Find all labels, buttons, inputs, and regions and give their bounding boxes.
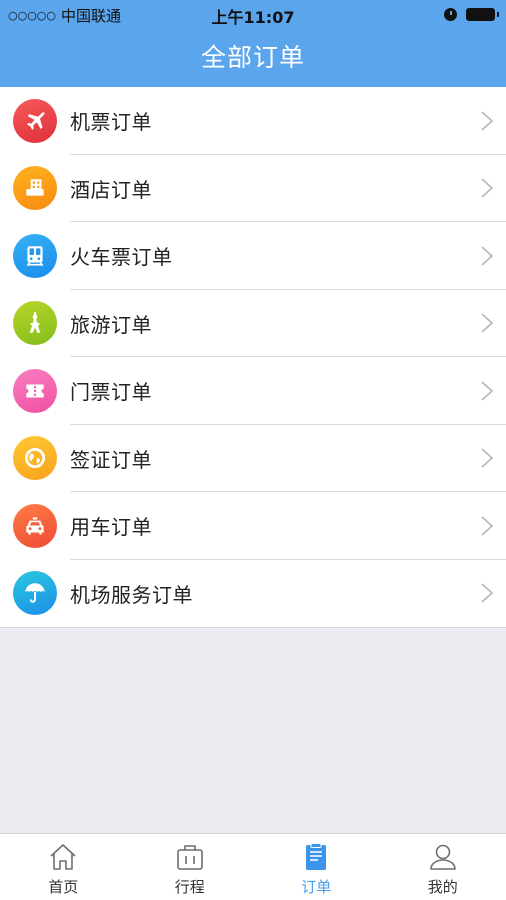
order-row-travel[interactable]: 旅游订单: [0, 290, 506, 358]
tab-label: 首页: [48, 878, 79, 896]
alarm-icon: [444, 8, 457, 21]
tab-label: 我的: [427, 878, 458, 896]
car-icon: [13, 503, 57, 548]
order-label: 门票订单: [70, 380, 152, 405]
order-label: 机票订单: [70, 110, 152, 135]
tab-orders[interactable]: 订单: [253, 834, 380, 900]
order-label: 签证订单: [70, 447, 152, 472]
chevron-right-icon: [481, 381, 494, 401]
status-time: 上午11:07: [211, 8, 295, 27]
hotel-icon: [13, 166, 57, 211]
order-label: 用车订单: [70, 515, 152, 540]
order-row-train[interactable]: 火车票订单: [0, 222, 506, 290]
page-title: 全部订单: [200, 43, 305, 72]
header: ○○○○○ 中国联通 上午11:07 全部订单: [0, 0, 506, 87]
user-icon: [429, 844, 456, 870]
order-row-ticket[interactable]: 门票订单: [0, 357, 506, 425]
chevron-right-icon: [481, 516, 494, 536]
order-label: 机场服务订单: [70, 582, 193, 607]
tab-label: 行程: [174, 878, 205, 896]
tab-label: 订单: [301, 878, 332, 896]
order-row-hotel[interactable]: 酒店订单: [0, 155, 506, 223]
tab-itinerary[interactable]: 行程: [127, 834, 254, 900]
chevron-right-icon: [481, 178, 494, 198]
globe-icon: [13, 436, 57, 481]
chevron-right-icon: [481, 448, 494, 468]
airplane-icon: [13, 98, 57, 143]
chevron-right-icon: [481, 111, 494, 131]
chevron-right-icon: [481, 313, 494, 333]
chevron-right-icon: [481, 246, 494, 266]
order-row-car[interactable]: 用车订单: [0, 492, 506, 560]
clipboard-icon: [306, 843, 327, 870]
train-icon: [13, 233, 57, 278]
order-label: 火车票订单: [70, 245, 173, 270]
order-label: 旅游订单: [70, 312, 152, 337]
order-row-visa[interactable]: 签证订单: [0, 425, 506, 493]
ticket-icon: [13, 368, 57, 413]
order-category-list: 机票订单 酒店订单 火车票订单 旅游订单 门票订单 签证订单 用车订单 机场服务…: [0, 87, 506, 628]
chevron-right-icon: [481, 583, 494, 603]
suitcase-icon: [176, 845, 203, 870]
umbrella-icon: [13, 571, 57, 616]
battery-icon: [466, 8, 499, 21]
home-icon: [50, 844, 76, 870]
order-row-flight[interactable]: 机票订单: [0, 87, 506, 155]
status-bar: ○○○○○ 中国联通 上午11:07: [0, 0, 506, 28]
tower-icon: [13, 301, 57, 346]
order-row-airport-service[interactable]: 机场服务订单: [0, 560, 506, 628]
order-label: 酒店订单: [70, 177, 152, 202]
tab-home[interactable]: 首页: [0, 834, 127, 900]
tab-bar: 首页 行程 订单 我的: [0, 833, 506, 900]
tab-mine[interactable]: 我的: [380, 834, 506, 900]
